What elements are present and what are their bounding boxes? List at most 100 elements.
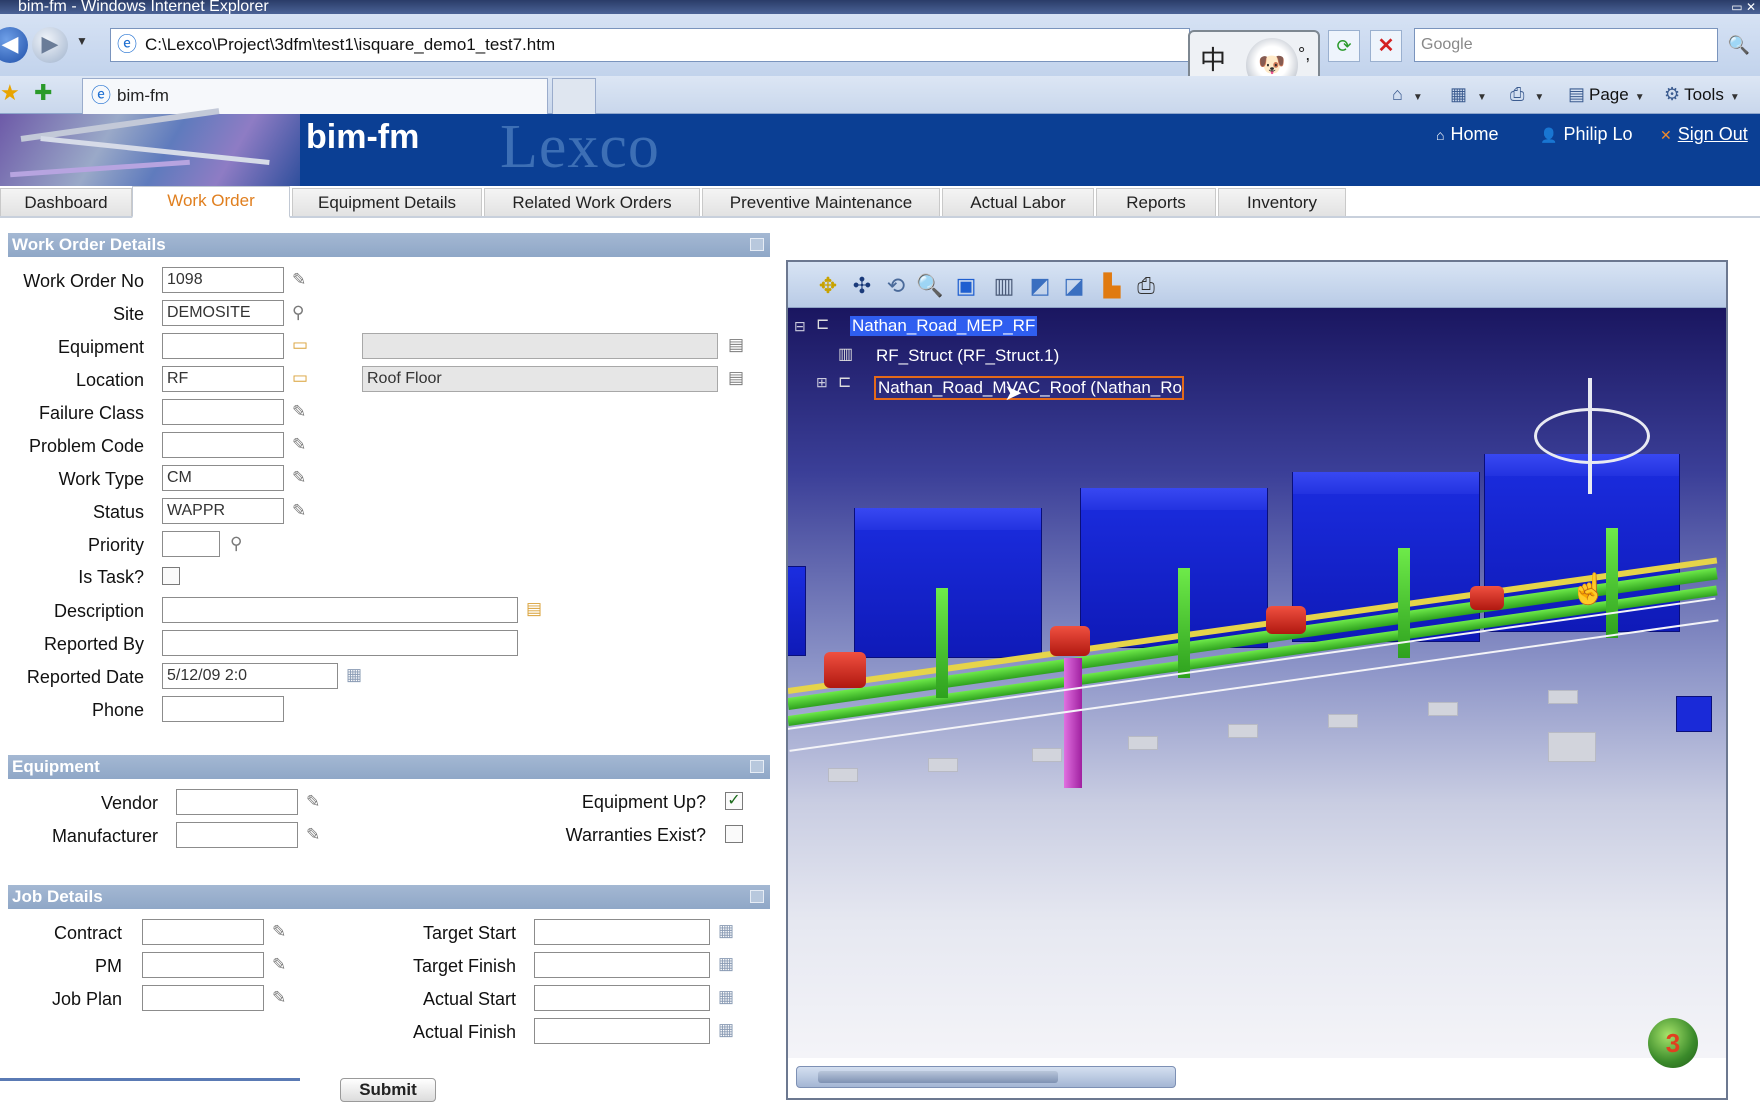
wrench-icon[interactable]: ✎: [292, 501, 306, 521]
long-description-icon[interactable]: ▤: [728, 335, 744, 355]
tree-expand-icon[interactable]: ⊞: [816, 374, 828, 391]
status-field[interactable]: WAPPR: [162, 498, 284, 524]
home-command[interactable]: ⌂ ▼: [1392, 80, 1423, 108]
feeds-command[interactable]: ▦ ▼: [1450, 80, 1487, 108]
tree-collapse-icon[interactable]: ⊟: [794, 318, 806, 335]
print-command[interactable]: ⎙ ▼: [1510, 80, 1544, 108]
calendar-icon[interactable]: ▦: [718, 1020, 734, 1040]
work-order-no-field[interactable]: 1098: [162, 267, 284, 293]
site-field[interactable]: DEMOSITE: [162, 300, 284, 326]
window-controls[interactable]: ▭ ✕: [1731, 0, 1756, 14]
view-cube-icon[interactable]: ▣: [952, 272, 980, 300]
actual-start-field[interactable]: [534, 985, 710, 1011]
home-link[interactable]: ⌂ Home: [1436, 124, 1498, 145]
submit-button[interactable]: Submit: [340, 1078, 436, 1102]
tab-work-order[interactable]: Work Order: [132, 186, 290, 218]
calendar-icon[interactable]: ▦: [718, 987, 734, 1007]
contract-field[interactable]: [142, 919, 264, 945]
tree-item-struct[interactable]: RF_Struct (RF_Struct.1): [876, 346, 1059, 366]
tab-inventory[interactable]: Inventory: [1218, 188, 1346, 216]
long-description-icon[interactable]: ▤: [526, 599, 542, 619]
job-plan-field[interactable]: [142, 985, 264, 1011]
warranties-exist-checkbox[interactable]: [725, 825, 743, 843]
vendor-field[interactable]: [176, 789, 298, 815]
favorites-star-icon[interactable]: ★: [0, 80, 20, 106]
tab-equipment-details[interactable]: Equipment Details: [292, 188, 482, 216]
page-menu[interactable]: ▤ Page ▼: [1568, 80, 1645, 108]
reported-date-field[interactable]: 5/12/09 2:0: [162, 663, 338, 689]
priority-lookup-icon[interactable]: ⚲: [230, 534, 242, 554]
pm-field[interactable]: [142, 952, 264, 978]
problem-code-field[interactable]: [162, 432, 284, 458]
calendar-icon[interactable]: ▦: [718, 954, 734, 974]
recent-pages-dropdown-icon[interactable]: ▼: [76, 34, 88, 48]
equipment-up-checkbox[interactable]: ✓: [725, 792, 743, 810]
tab-reports[interactable]: Reports: [1096, 188, 1216, 216]
cooling-unit[interactable]: [788, 566, 806, 656]
new-tab-button[interactable]: [552, 78, 596, 114]
target-start-field[interactable]: [534, 919, 710, 945]
sign-out-link[interactable]: ✕ Sign Out: [1660, 124, 1748, 145]
tab-preventive-maintenance[interactable]: Preventive Maintenance: [702, 188, 940, 216]
viewer-scene[interactable]: ☝: [788, 308, 1726, 1058]
is-task-checkbox[interactable]: [162, 567, 180, 585]
refresh-icon[interactable]: ⟳: [1328, 30, 1360, 62]
annotation-icon[interactable]: ▙: [1098, 272, 1126, 300]
calendar-icon[interactable]: ▦: [718, 921, 734, 941]
wrench-icon[interactable]: ✎: [306, 825, 320, 845]
location-field[interactable]: RF: [162, 366, 284, 392]
tab-dashboard[interactable]: Dashboard: [0, 188, 132, 216]
measure-tool-icon[interactable]: ◪: [1060, 272, 1088, 300]
phone-field[interactable]: [162, 696, 284, 722]
wrench-icon[interactable]: ✎: [272, 922, 286, 942]
reported-by-field[interactable]: [162, 630, 518, 656]
wrench-icon[interactable]: ✎: [292, 402, 306, 422]
scrollbar-thumb[interactable]: [818, 1071, 1058, 1083]
actual-finish-field[interactable]: [534, 1018, 710, 1044]
compass-ring-icon[interactable]: [1534, 408, 1650, 464]
site-lookup-icon[interactable]: ⚲: [292, 303, 304, 323]
wrench-icon[interactable]: ✎: [292, 468, 306, 488]
add-favorite-icon[interactable]: ✚: [34, 80, 52, 106]
tools-menu[interactable]: ⚙ Tools ▼: [1664, 80, 1740, 108]
user-link[interactable]: 👤 Philip Lo: [1540, 124, 1632, 145]
address-bar[interactable]: ⓔ C:\Lexco\Project\3dfm\test1\isquare_de…: [110, 28, 1190, 62]
stop-icon[interactable]: ✕: [1370, 30, 1402, 62]
collapse-icon[interactable]: [750, 238, 764, 251]
description-field[interactable]: [162, 597, 518, 623]
zoom-icon[interactable]: 🔍: [916, 272, 944, 300]
wrench-icon[interactable]: ✎: [272, 988, 286, 1008]
fit-all-icon[interactable]: ✥: [814, 272, 842, 300]
equipment-field[interactable]: [162, 333, 284, 359]
pan-icon[interactable]: ✣: [848, 272, 876, 300]
search-input[interactable]: Google: [1414, 28, 1718, 62]
collapse-icon[interactable]: [750, 890, 764, 903]
target-finish-field[interactable]: [534, 952, 710, 978]
work-type-field[interactable]: CM: [162, 465, 284, 491]
failure-class-field[interactable]: [162, 399, 284, 425]
tree-item-mvac[interactable]: Nathan_Road_MVAC_Roof (Nathan_Roa: [874, 376, 1184, 400]
forward-button[interactable]: ▶: [32, 27, 68, 63]
browser-tab[interactable]: ⓔ bim-fm: [82, 78, 548, 114]
wrench-icon[interactable]: ✎: [272, 955, 286, 975]
tree-item-root[interactable]: Nathan_Road_MEP_RF: [850, 316, 1038, 336]
long-description-icon[interactable]: ▤: [728, 368, 744, 388]
collapse-icon[interactable]: [750, 760, 764, 773]
folder-tree-icon[interactable]: ▭: [292, 335, 308, 355]
wrench-icon[interactable]: ✎: [306, 792, 320, 812]
folder-tree-icon[interactable]: ▭: [292, 368, 308, 388]
render-style-icon[interactable]: ▥: [990, 272, 1018, 300]
rotate-icon[interactable]: ⟲: [882, 272, 910, 300]
wrench-icon[interactable]: ✎: [292, 435, 306, 455]
priority-field[interactable]: [162, 531, 220, 557]
tab-actual-labor[interactable]: Actual Labor: [942, 188, 1094, 216]
3d-logo-icon[interactable]: 3: [1648, 1018, 1698, 1068]
manufacturer-field[interactable]: [176, 822, 298, 848]
calendar-icon[interactable]: ▦: [346, 665, 362, 685]
tab-related-work-orders[interactable]: Related Work Orders: [484, 188, 700, 216]
cooling-unit[interactable]: [854, 508, 1042, 658]
section-tool-icon[interactable]: ◩: [1026, 272, 1054, 300]
search-icon[interactable]: 🔍: [1722, 30, 1756, 62]
print-icon[interactable]: ⎙: [1132, 272, 1160, 300]
pump-unit[interactable]: [1676, 696, 1712, 732]
